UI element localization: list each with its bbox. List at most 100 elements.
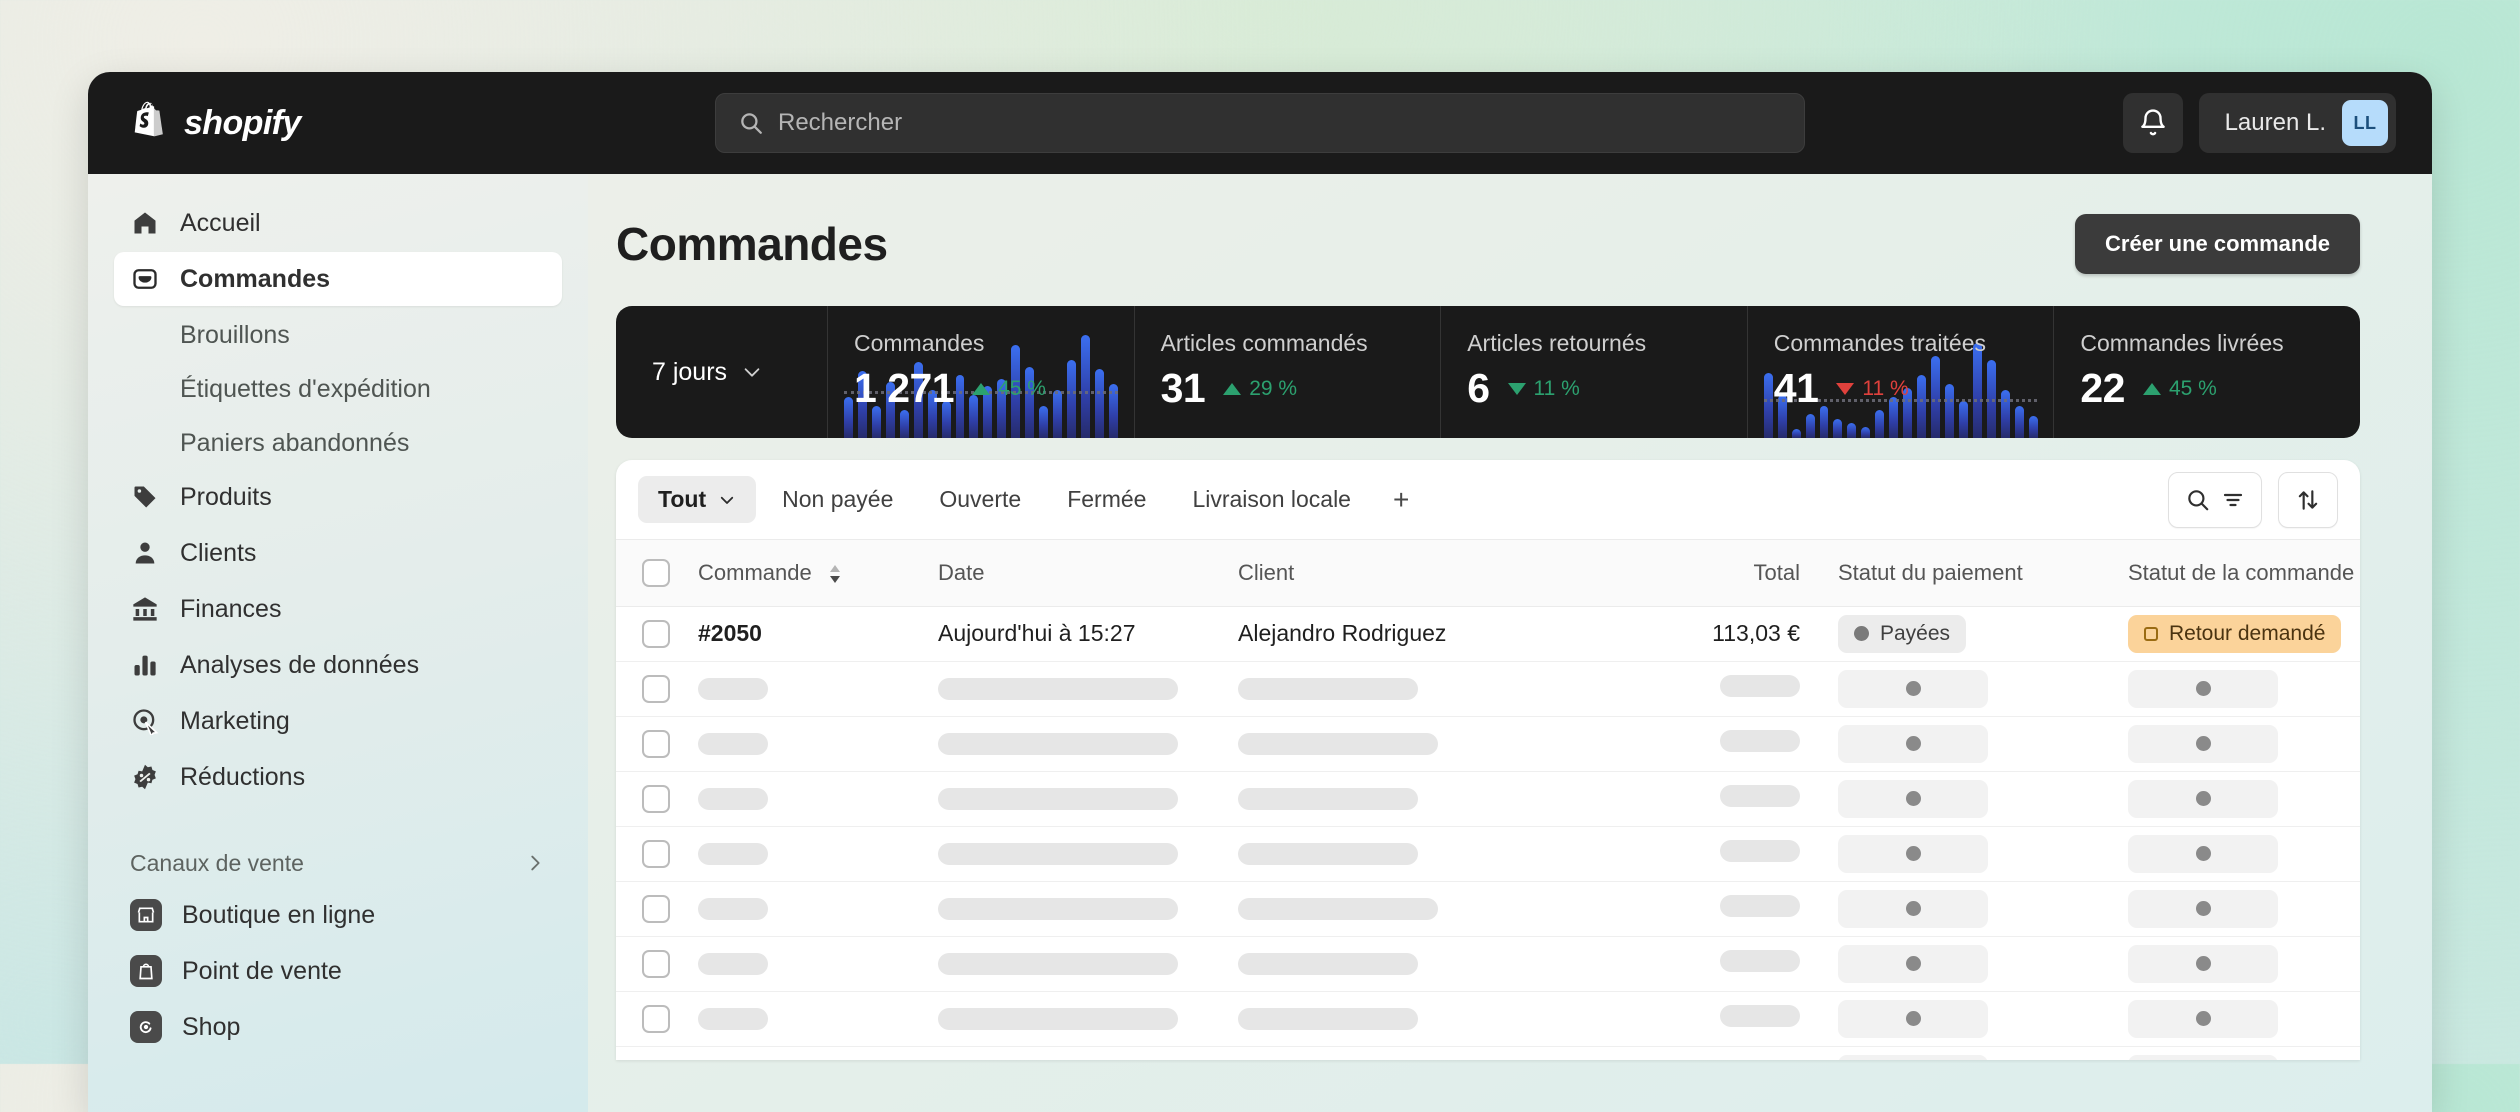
- sidebar-item-clients[interactable]: Clients: [114, 526, 562, 580]
- bell-icon: [2140, 109, 2165, 136]
- sort-button[interactable]: [2278, 471, 2338, 528]
- metric-card-commandes-traitees[interactable]: Commandes traitées 41 11 %: [1748, 306, 2055, 438]
- row-checkbox[interactable]: [642, 729, 670, 758]
- search-and-filter-button[interactable]: [2168, 471, 2262, 528]
- table-row[interactable]: [616, 661, 2360, 717]
- target-cursor-icon: [130, 706, 160, 736]
- row-select-cell[interactable]: [616, 936, 694, 992]
- cell-order-number: [694, 881, 934, 937]
- sidebar-section-canaux-de-vente[interactable]: Canaux de vente: [114, 838, 562, 888]
- sparkline-bar: [844, 396, 853, 438]
- table-row[interactable]: [616, 991, 2360, 1047]
- tab-livraison-locale[interactable]: Livraison locale: [1172, 476, 1371, 523]
- table-row[interactable]: [616, 771, 2360, 827]
- tab-tout[interactable]: Tout: [638, 476, 757, 523]
- global-search[interactable]: Rechercher: [715, 93, 1805, 153]
- column-header-statut-paiement[interactable]: Statut du paiement: [1834, 540, 2124, 607]
- table-header-row: Commande Date Client Total Statut du pai…: [616, 540, 2360, 607]
- sidebar-item-accueil[interactable]: Accueil: [114, 196, 562, 250]
- sidebar-item-analyses-de-donnees[interactable]: Analyses de données: [114, 638, 562, 692]
- row-select-cell[interactable]: [616, 881, 694, 937]
- skeleton-placeholder: [938, 787, 1178, 810]
- skeleton-placeholder: [698, 677, 768, 700]
- column-header-statut-commande[interactable]: Statut de la commande: [2124, 540, 2360, 607]
- cell-order-number[interactable]: #2050: [694, 606, 934, 662]
- tab-fermee[interactable]: Fermée: [1047, 476, 1166, 523]
- sidebar-item-label: Analyses de données: [180, 650, 420, 679]
- skeleton-badge: [2128, 1054, 2278, 1060]
- sidebar-subitem-paniers-abandonnes[interactable]: Paniers abandonnés: [114, 416, 562, 470]
- row-checkbox[interactable]: [642, 949, 670, 978]
- sidebar-item-finances[interactable]: Finances: [114, 582, 562, 636]
- sidebar-subitem-brouillons[interactable]: Brouillons: [114, 308, 562, 362]
- select-all-header[interactable]: [616, 540, 694, 607]
- shopify-logo[interactable]: shopify: [126, 100, 546, 146]
- skeleton-badge: [1838, 1054, 1988, 1060]
- metric-card-commandes[interactable]: Commandes 1 271 45 %: [828, 306, 1135, 438]
- cell-order-status: [2124, 881, 2360, 937]
- row-select-cell[interactable]: [616, 1046, 694, 1060]
- metric-delta-label: 45 %: [998, 376, 1046, 400]
- sidebar-item-label: Clients: [180, 538, 257, 567]
- sidebar-channel-shop[interactable]: Shop: [114, 1000, 562, 1054]
- column-header-commande[interactable]: Commande: [694, 540, 934, 607]
- row-checkbox[interactable]: [642, 1059, 670, 1060]
- row-checkbox[interactable]: [642, 839, 670, 868]
- create-order-button[interactable]: Créer une commande: [2075, 214, 2360, 274]
- column-header-client[interactable]: Client: [1234, 540, 1634, 607]
- metric-delta-label: 11 %: [1862, 376, 1909, 400]
- cell-date: [934, 661, 1234, 717]
- search-input[interactable]: Rechercher: [715, 93, 1805, 153]
- row-select-cell[interactable]: [616, 991, 694, 1047]
- row-checkbox[interactable]: [642, 1004, 670, 1033]
- select-all-checkbox[interactable]: [642, 558, 670, 587]
- metric-value: 31: [1160, 365, 1206, 411]
- sidebar-item-produits[interactable]: Produits: [114, 470, 562, 524]
- period-selector[interactable]: 7 jours: [616, 306, 828, 438]
- add-tab-button[interactable]: +: [1377, 474, 1425, 526]
- row-checkbox[interactable]: [642, 619, 670, 648]
- row-checkbox[interactable]: [642, 784, 670, 813]
- table-row[interactable]: [616, 1046, 2360, 1060]
- cell-date: Aujourd'hui à 15:27: [934, 606, 1234, 662]
- sidebar-channel-boutique-en-ligne[interactable]: Boutique en ligne: [114, 888, 562, 942]
- metric-card-commandes-livrees[interactable]: Commandes livrées 22 45 %: [2054, 306, 2360, 438]
- row-select-cell[interactable]: [616, 606, 694, 662]
- user-menu-button[interactable]: Lauren L. LL: [2198, 93, 2396, 153]
- table-row[interactable]: [616, 936, 2360, 992]
- skeleton-placeholder: [938, 1007, 1178, 1030]
- column-header-date[interactable]: Date: [934, 540, 1234, 607]
- row-select-cell[interactable]: [616, 661, 694, 717]
- metric-value: 41: [1773, 365, 1819, 411]
- sidebar-channel-point-de-vente[interactable]: Point de vente: [114, 944, 562, 998]
- sidebar-subitem-etiquettes-expedition[interactable]: Étiquettes d'expédition: [114, 362, 562, 416]
- sidebar-item-marketing[interactable]: Marketing: [114, 694, 562, 748]
- skeleton-placeholder: [938, 897, 1178, 920]
- tab-non-payee[interactable]: Non payée: [762, 476, 913, 523]
- sidebar-item-label: Finances: [180, 594, 282, 623]
- tab-ouverte[interactable]: Ouverte: [919, 476, 1041, 523]
- row-select-cell[interactable]: [616, 716, 694, 772]
- row-checkbox[interactable]: [642, 894, 670, 923]
- sidebar-item-reductions[interactable]: Réductions: [114, 750, 562, 804]
- row-checkbox[interactable]: [642, 674, 670, 703]
- table-row[interactable]: [616, 716, 2360, 772]
- notifications-button[interactable]: [2122, 93, 2183, 153]
- page-header: Commandes Créer une commande: [616, 196, 2360, 292]
- table-row[interactable]: [616, 826, 2360, 882]
- tag-icon: [130, 482, 160, 512]
- sidebar-item-commandes[interactable]: Commandes: [114, 252, 562, 306]
- table-row[interactable]: #2050 Aujourd'hui à 15:27 Alejandro Rodr…: [616, 606, 2360, 662]
- column-header-total[interactable]: Total: [1634, 540, 1834, 607]
- table-row[interactable]: [616, 881, 2360, 937]
- metric-delta: 11 %: [1507, 377, 1580, 401]
- metric-card-articles-commandes[interactable]: Articles commandés 31 29 %: [1135, 306, 1442, 438]
- status-dot-icon: [1905, 681, 1921, 696]
- skeleton-rows: [616, 661, 2360, 1060]
- sparkline-bar: [2028, 416, 2038, 438]
- row-select-cell[interactable]: [616, 826, 694, 882]
- metric-card-articles-retournes[interactable]: Articles retournés 6 11 %: [1441, 306, 1748, 438]
- sidebar-channel-label: Boutique en ligne: [182, 900, 376, 929]
- row-select-cell[interactable]: [616, 771, 694, 827]
- app-body: Accueil Commandes Brouillons Étiquettes …: [88, 174, 2432, 1112]
